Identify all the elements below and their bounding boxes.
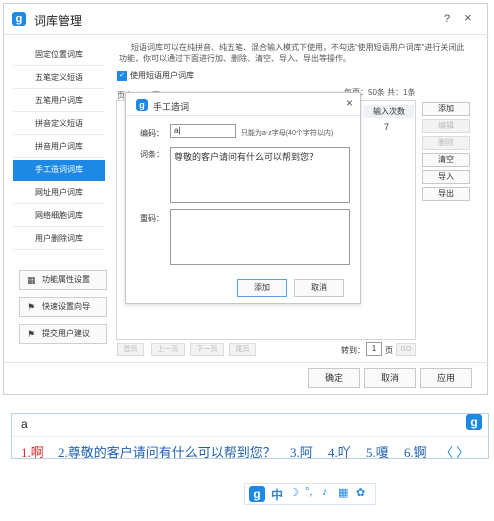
ok-button[interactable]: 确定 (308, 368, 360, 388)
window-title: 词库管理 (34, 14, 83, 28)
entry-textarea[interactable]: 尊敬的客户请问有什么可以帮到您？ (170, 147, 350, 203)
candidate-page-nav[interactable]: 〈 〉 (440, 442, 469, 461)
candidate-5[interactable]: 5.嗄 (366, 442, 389, 461)
chinese-mode-toggle[interactable]: 中 (271, 486, 283, 503)
use-phrase-dict-checkbox[interactable]: ✓ (117, 71, 127, 81)
dialog-close-button[interactable]: × (346, 96, 353, 110)
code-input[interactable]: a| (170, 124, 236, 138)
goto-label: 转到： (341, 346, 365, 355)
sogou-logo-icon: g (12, 12, 26, 26)
sidebar-item-wubi-phrases[interactable]: 五笔定义短语 (13, 68, 105, 89)
submit-feedback-label: 提交用户建议 (42, 329, 90, 338)
sogou-logo-icon: g (136, 99, 148, 111)
entry-label: 词条： (140, 150, 164, 159)
manual-word-dialog: g 手工造词 × 编码： a| 只能为a-z字母(40个字符以内) 词条： 尊敬… (125, 92, 361, 304)
weight-textarea[interactable] (170, 209, 350, 265)
help-button[interactable]: ? (444, 13, 450, 25)
half-width-moon-icon[interactable]: ☽ (289, 486, 299, 499)
title-bar: g 词库管理 ? × (4, 4, 487, 34)
last-page-button[interactable]: 尾页 (229, 343, 256, 356)
input-count-cell: 7 (384, 122, 390, 132)
microphone-icon[interactable]: ♪ (322, 486, 328, 498)
first-page-button[interactable]: 首页 (117, 343, 144, 356)
sogou-logo-icon[interactable]: g (249, 486, 265, 502)
candidate-3[interactable]: 3.阿 (290, 442, 313, 461)
ime-divider (12, 436, 488, 437)
sidebar-item-url-user[interactable]: 网址用户词库 (13, 183, 105, 204)
use-phrase-dict-label: 使用短语用户词库 (130, 71, 194, 80)
footer-divider (4, 362, 489, 363)
sidebar-item-cell-dicts[interactable]: 网络细胞词库 (13, 206, 105, 227)
code-label: 编码： (140, 129, 164, 138)
description-text: 短语词库可以在纯拼音、纯五笔、混合输入模式下使用，不勾选“使用短语用户词库”进行… (119, 43, 465, 63)
sidebar-item-deleted-words[interactable]: 用户删除词库 (13, 229, 105, 250)
feature-settings-label: 功能属性设置 (42, 275, 90, 284)
candidate-4[interactable]: 4.吖 (328, 442, 351, 461)
code-hint: 只能为a-z字母(40个字符以内) (241, 130, 334, 137)
clear-button[interactable]: 清空 (422, 153, 470, 167)
flag-icon: ⚑ (27, 302, 36, 312)
title-divider (4, 34, 489, 35)
candidate-6[interactable]: 6.锕 (404, 442, 427, 461)
dialog-cancel-button[interactable]: 取消 (294, 279, 344, 297)
cancel-button[interactable]: 取消 (364, 368, 416, 388)
page-unit-label: 页 (385, 346, 393, 355)
sogou-logo-icon: g (466, 414, 482, 430)
edit-word-button[interactable]: 编辑 (422, 119, 470, 133)
input-count-header: 输入次数 (364, 105, 414, 118)
delete-word-button[interactable]: 删除 (422, 136, 470, 150)
dialog-title-divider (126, 115, 360, 116)
gear-icon[interactable]: ✿ (356, 486, 365, 499)
dialog-add-button[interactable]: 添加 (237, 279, 287, 297)
candidate-1[interactable]: 1.啊 (21, 442, 44, 461)
apply-button[interactable]: 应用 (420, 368, 472, 388)
sidebar-item-wubi-user[interactable]: 五笔用户词库 (13, 91, 105, 112)
close-button[interactable]: × (464, 10, 472, 25)
sidebar-item-manual-words[interactable]: 手工造词词库 (13, 160, 105, 181)
next-page-button[interactable]: 下一页 (190, 343, 224, 356)
add-word-button[interactable]: 添加 (422, 102, 470, 116)
goto-page-input[interactable]: 1 (366, 342, 382, 356)
punctuation-icon[interactable]: °, (305, 486, 312, 498)
weight-label: 重码： (140, 214, 164, 223)
ime-composition-text: a (21, 417, 28, 431)
keyboard-icon[interactable]: ▦ (338, 486, 348, 499)
export-button[interactable]: 导出 (422, 187, 470, 201)
go-button[interactable]: GO (396, 343, 416, 356)
feature-settings-button[interactable]: ▦ 功能属性设置 (19, 270, 107, 290)
quick-setup-label: 快速设置向导 (42, 302, 90, 311)
quick-setup-wizard-button[interactable]: ⚑ 快速设置向导 (19, 297, 107, 317)
sidebar-item-pinyin-phrases[interactable]: 拼音定义短语 (13, 114, 105, 135)
submit-feedback-button[interactable]: ⚑ 提交用户建议 (19, 324, 107, 344)
import-button[interactable]: 导入 (422, 170, 470, 184)
prev-page-button[interactable]: 上一页 (151, 343, 185, 356)
dialog-title: 手工造词 (153, 102, 190, 112)
grid-icon: ▦ (27, 275, 36, 285)
sidebar-item-pinyin-user[interactable]: 拼音用户词库 (13, 137, 105, 158)
sidebar-item-fixed-position[interactable]: 固定位置词库 (13, 45, 105, 66)
flag-icon: ⚑ (27, 329, 36, 339)
text-cursor: | (178, 126, 181, 135)
candidate-2[interactable]: 2.尊敬的客户请问有什么可以帮到您？ (58, 442, 276, 461)
